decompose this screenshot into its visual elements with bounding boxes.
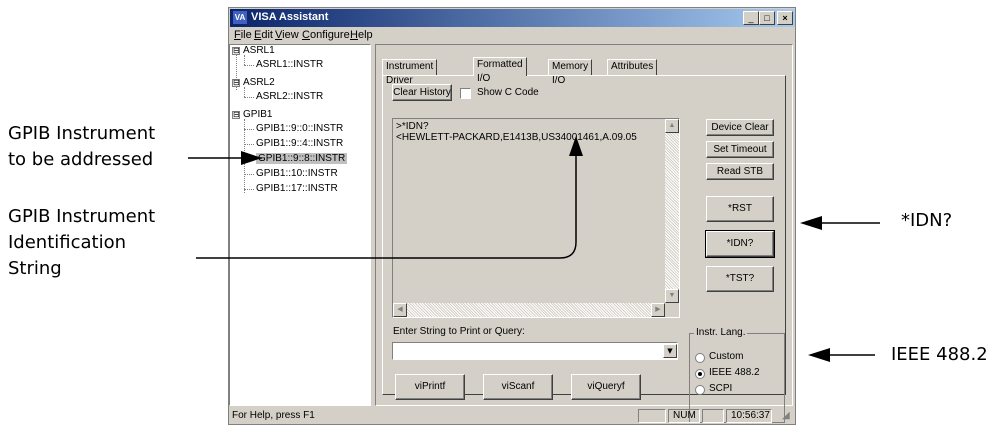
arrowhead-icon	[569, 136, 583, 156]
arrow-gpib-id	[196, 145, 577, 259]
arrowhead-icon	[800, 216, 822, 230]
arrowhead-icon	[808, 348, 830, 362]
tab-formatted-io[interactable]: Formatted I/O	[473, 57, 527, 84]
arrowhead-icon	[241, 151, 262, 165]
